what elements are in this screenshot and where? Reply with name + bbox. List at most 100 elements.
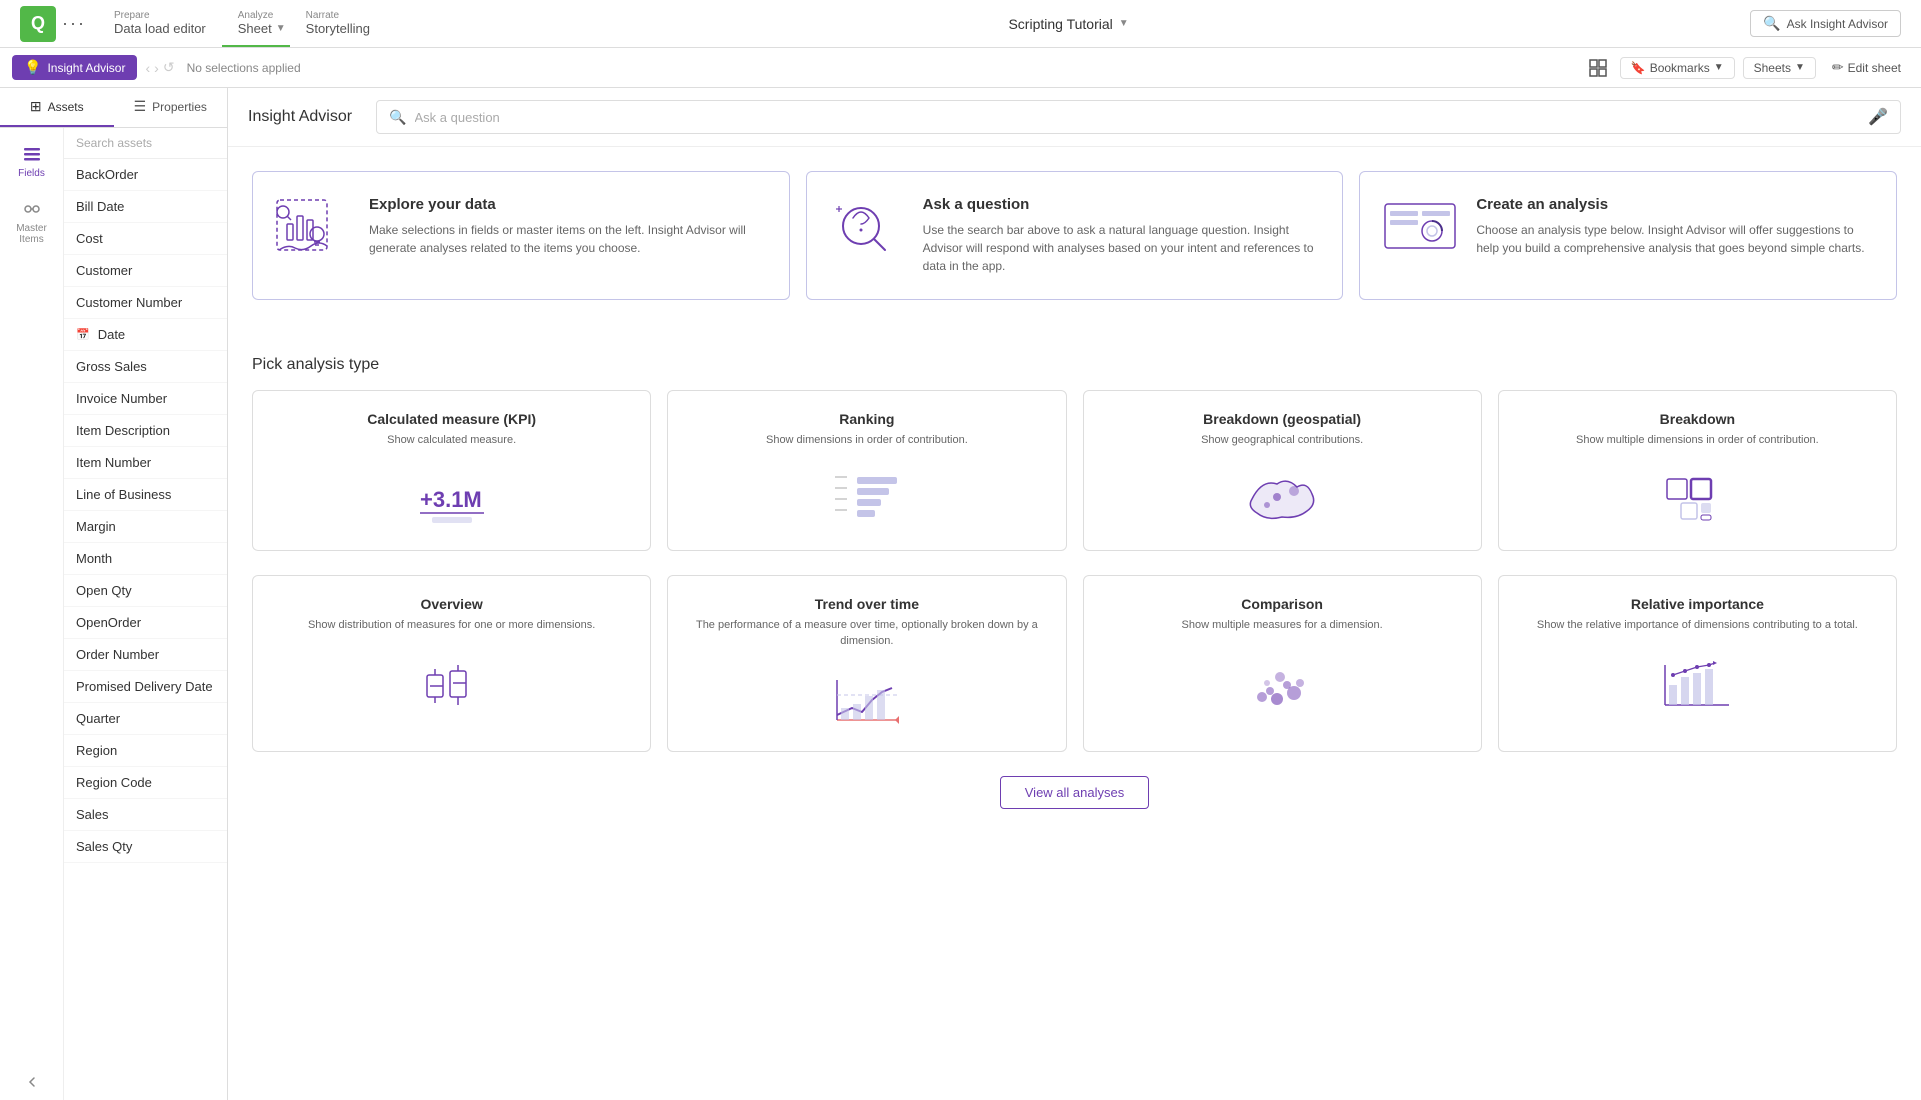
top-cards-grid: Explore your data Make selections in fie… [252,171,1897,300]
edit-icon: ✏ [1832,59,1844,76]
nav-narrate[interactable]: Narrate Storytelling [290,0,386,47]
ask-card-body: Ask a question Use the search bar above … [923,196,1323,275]
field-order-number[interactable]: Order Number [64,639,227,671]
field-item-description[interactable]: Item Description [64,415,227,447]
overview-visual [412,650,492,720]
analysis-card-comparison[interactable]: Comparison Show multiple measures for a … [1083,575,1482,752]
info-card-create[interactable]: Create an analysis Choose an analysis ty… [1359,171,1897,300]
field-cost[interactable]: Cost [64,223,227,255]
app-title-area: Scripting Tutorial ▼ [387,16,1750,32]
field-region-code[interactable]: Region Code [64,767,227,799]
insight-advisor-tab[interactable]: 💡 Insight Advisor [12,55,137,80]
field-region[interactable]: Region [64,735,227,767]
nav-analyze-sheet-dropdown[interactable]: Analyze Sheet ▼ [222,0,290,47]
field-customer[interactable]: Customer [64,255,227,287]
analysis-card-overview[interactable]: Overview Show distribution of measures f… [252,575,651,752]
field-quarter[interactable]: Quarter [64,703,227,735]
qlik-logo-mark: Q [20,6,56,42]
field-margin[interactable]: Margin [64,511,227,543]
date-calendar-icon: 📅 [76,328,90,341]
field-promised-delivery-date[interactable]: Promised Delivery Date [64,671,227,703]
analysis-card-geospatial[interactable]: Breakdown (geospatial) Show geographical… [1083,390,1482,551]
info-card-explore[interactable]: Explore your data Make selections in fie… [252,171,790,300]
analysis-card-relative[interactable]: Relative importance Show the relative im… [1498,575,1897,752]
tab-assets[interactable]: ⊞ Assets [0,88,114,127]
ask-insight-advisor-button[interactable]: 🔍 Ask Insight Advisor [1750,10,1901,37]
field-bill-date[interactable]: Bill Date [64,191,227,223]
sidebar-nav-fields[interactable]: Fields [0,136,63,187]
fields-icon [22,144,42,164]
sheets-chevron-icon: ▼ [1795,62,1805,73]
svg-text:+3.1M: +3.1M [420,487,482,512]
back-arrow-icon[interactable]: ‹ [145,60,150,76]
analysis-section-title: Pick analysis type [252,356,1897,374]
search-bar-icon: 🔍 [389,109,406,126]
info-card-ask[interactable]: Ask a question Use the search bar above … [806,171,1344,300]
search-assets-input[interactable] [64,128,227,159]
assets-icon: ⊞ [30,98,42,115]
analysis-card-ranking[interactable]: Ranking Show dimensions in order of cont… [667,390,1066,551]
sidebar-nav-master-items[interactable]: Master Items [0,191,63,253]
analysis-cards-row2: Overview Show distribution of measures f… [252,575,1897,752]
insight-advisor-icon: 💡 [24,59,41,76]
field-sales-qty[interactable]: Sales Qty [64,831,227,863]
sheets-button[interactable]: Sheets ▼ [1743,57,1816,79]
fields-list-area: BackOrder Bill Date Cost Customer Custom… [64,128,227,1100]
field-backorder[interactable]: BackOrder [64,159,227,191]
analysis-card-kpi[interactable]: Calculated measure (KPI) Show calculated… [252,390,651,551]
insight-advisor-title: Insight Advisor [248,108,352,126]
nav-prepare[interactable]: Prepare Data load editor [98,0,222,47]
trend-visual [827,665,907,735]
sidebar-nav: Fields Master Items [0,128,64,1100]
breakdown-visual [1657,464,1737,534]
edit-sheet-button[interactable]: ✏ Edit sheet [1824,56,1909,79]
field-open-qty[interactable]: Open Qty [64,575,227,607]
main-content: Insight Advisor 🔍 🎤 [228,88,1921,1100]
app-title[interactable]: Scripting Tutorial ▼ [1008,16,1128,32]
insight-advisor-header: Insight Advisor 🔍 🎤 [228,88,1921,147]
kpi-visual: +3.1M [412,464,492,534]
forward-arrow-icon[interactable]: › [154,60,159,76]
clear-selections-icon[interactable]: ↺ [163,59,175,76]
selection-area: ‹ › ↺ No selections applied [145,59,1575,76]
analysis-card-trend[interactable]: Trend over time The performance of a mea… [667,575,1066,752]
main-layout: ⊞ Assets ☰ Properties Fields [0,88,1921,1100]
field-open-order[interactable]: OpenOrder [64,607,227,639]
search-icon: 🔍 [1763,15,1780,32]
fields-list: BackOrder Bill Date Cost Customer Custom… [64,159,227,863]
explore-icon [273,196,353,256]
field-item-number[interactable]: Item Number [64,447,227,479]
second-bar-right: 🔖 Bookmarks ▼ Sheets ▼ ✏ Edit sheet [1584,54,1909,82]
tab-properties[interactable]: ☰ Properties [114,88,228,127]
view-all-analyses-button[interactable]: View all analyses [1000,776,1149,809]
top-nav: Prepare Data load editor Analyze Sheet ▼… [98,0,386,47]
analysis-cards-row1: Calculated measure (KPI) Show calculated… [252,390,1897,551]
ask-question-icon [827,196,907,256]
microphone-icon[interactable]: 🎤 [1868,107,1888,127]
field-gross-sales[interactable]: Gross Sales [64,351,227,383]
qlik-logo[interactable]: Q ··· [8,0,98,47]
sidebar-tabs: ⊞ Assets ☰ Properties [0,88,227,128]
field-line-of-business[interactable]: Line of Business [64,479,227,511]
analysis-type-section: Pick analysis type Calculated measure (K… [228,356,1921,833]
field-month[interactable]: Month [64,543,227,575]
field-sales[interactable]: Sales [64,799,227,831]
top-bar-right: 🔍 Ask Insight Advisor [1750,10,1913,37]
field-customer-number[interactable]: Customer Number [64,287,227,319]
insight-search-input[interactable] [415,110,1861,125]
bookmarks-chevron-icon: ▼ [1714,62,1724,73]
analysis-card-breakdown[interactable]: Breakdown Show multiple dimensions in or… [1498,390,1897,551]
master-items-icon [22,199,42,219]
second-bar: 💡 Insight Advisor ‹ › ↺ No selections ap… [0,48,1921,88]
app-title-chevron-icon: ▼ [1119,18,1129,29]
explore-card-body: Explore your data Make selections in fie… [369,196,769,257]
create-analysis-icon [1380,196,1460,256]
geo-visual [1242,464,1322,534]
bookmarks-button[interactable]: 🔖 Bookmarks ▼ [1620,57,1735,79]
comparison-visual [1242,650,1322,720]
qlik-dots-icon: ··· [62,13,86,34]
field-date[interactable]: 📅 Date [64,319,227,351]
grid-view-icon[interactable] [1584,54,1612,82]
field-invoice-number[interactable]: Invoice Number [64,383,227,415]
collapse-sidebar-button[interactable] [18,1068,46,1096]
